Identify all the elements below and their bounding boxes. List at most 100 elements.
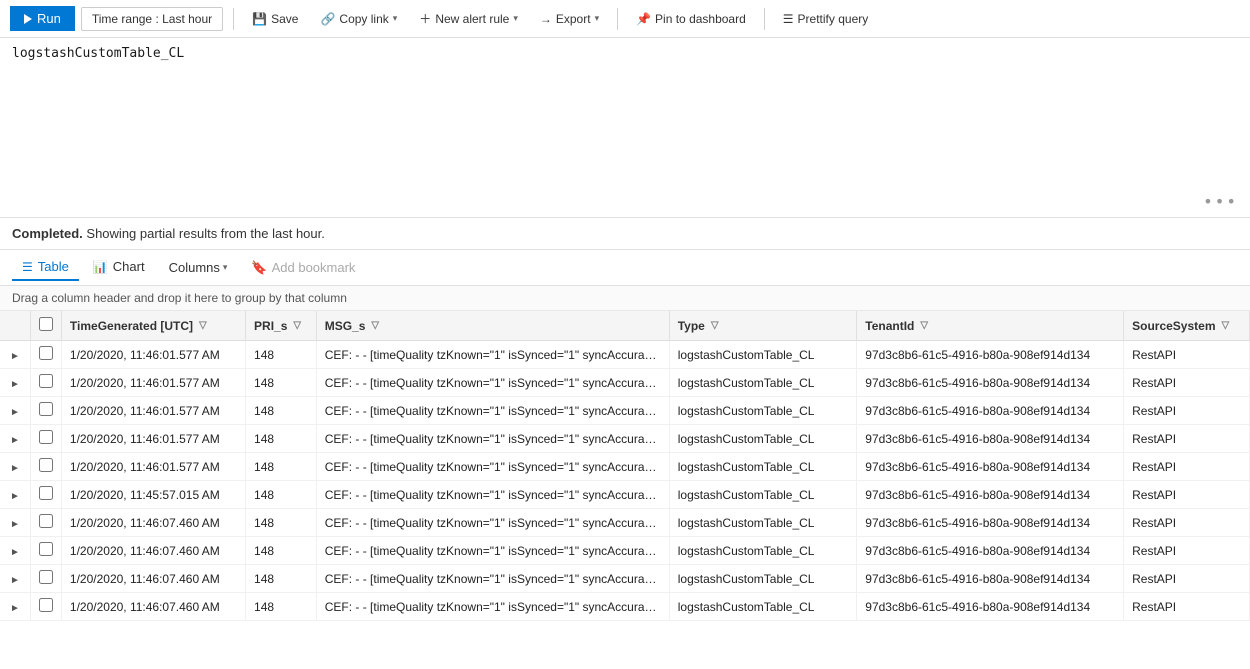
cell-tenant: 97d3c8b6-61c5-4916-b80a-908ef914d134 <box>857 565 1124 593</box>
table-row: ► 1/20/2020, 11:45:57.015 AM 148 CEF: - … <box>0 481 1250 509</box>
expand-button[interactable]: ► <box>8 379 22 390</box>
expand-header <box>0 311 30 341</box>
expand-button[interactable]: ► <box>8 519 22 530</box>
col-time-label: TimeGenerated [UTC] <box>70 319 193 333</box>
export-button[interactable]: → Export ▾ <box>532 8 607 30</box>
cell-msg: CEF: - - [timeQuality tzKnown="1" isSync… <box>316 593 669 621</box>
expand-button[interactable]: ► <box>8 435 22 446</box>
cell-type: logstashCustomTable_CL <box>669 341 857 369</box>
filter-icon-source[interactable]: ▽ <box>1221 320 1229 331</box>
status-completed: Completed. <box>12 226 83 241</box>
col-type-label: Type <box>678 319 705 333</box>
tab-chart[interactable]: 📊 Chart <box>83 254 155 281</box>
cell-time: 1/20/2020, 11:46:01.577 AM <box>61 453 245 481</box>
row-checkbox[interactable] <box>39 458 53 472</box>
cell-type: logstashCustomTable_CL <box>669 537 857 565</box>
table-row: ► 1/20/2020, 11:46:07.460 AM 148 CEF: - … <box>0 593 1250 621</box>
table-row: ► 1/20/2020, 11:46:01.577 AM 148 CEF: - … <box>0 341 1250 369</box>
filter-icon-msg[interactable]: ▽ <box>371 320 379 331</box>
cell-tenant: 97d3c8b6-61c5-4916-b80a-908ef914d134 <box>857 537 1124 565</box>
cell-time: 1/20/2020, 11:46:07.460 AM <box>61 509 245 537</box>
expand-button[interactable]: ► <box>8 575 22 586</box>
row-checkbox[interactable] <box>39 542 53 556</box>
row-checkbox[interactable] <box>39 402 53 416</box>
tab-table[interactable]: ☰ Table <box>12 254 79 281</box>
prettify-query-button[interactable]: ☰ Prettify query <box>775 8 876 30</box>
filter-icon-tenant[interactable]: ▽ <box>920 320 928 331</box>
tab-table-label: Table <box>38 259 69 274</box>
cell-time: 1/20/2020, 11:45:57.015 AM <box>61 481 245 509</box>
time-range-button[interactable]: Time range : Last hour <box>81 7 223 31</box>
cell-tenant: 97d3c8b6-61c5-4916-b80a-908ef914d134 <box>857 593 1124 621</box>
select-all-checkbox[interactable] <box>39 317 53 331</box>
query-editor[interactable]: logstashCustomTable_CL ••• <box>0 38 1250 218</box>
cell-time: 1/20/2020, 11:46:07.460 AM <box>61 593 245 621</box>
row-checkbox[interactable] <box>39 598 53 612</box>
checkbox-cell <box>30 593 61 621</box>
checkbox-cell <box>30 481 61 509</box>
row-checkbox[interactable] <box>39 514 53 528</box>
cell-type: logstashCustomTable_CL <box>669 397 857 425</box>
expand-button[interactable]: ► <box>8 603 22 614</box>
row-checkbox[interactable] <box>39 430 53 444</box>
checkbox-cell <box>30 453 61 481</box>
chart-icon: 📊 <box>93 260 108 274</box>
checkbox-cell <box>30 425 61 453</box>
row-checkbox[interactable] <box>39 570 53 584</box>
col-header-pri[interactable]: PRI_s ▽ <box>246 311 317 341</box>
copy-link-button[interactable]: 🔗 Copy link ▾ <box>312 8 405 30</box>
expand-button[interactable]: ► <box>8 491 22 502</box>
expand-button[interactable]: ► <box>8 351 22 362</box>
status-bar: Completed. Showing partial results from … <box>0 218 1250 250</box>
row-checkbox[interactable] <box>39 486 53 500</box>
pin-to-dashboard-label: Pin to dashboard <box>655 12 746 26</box>
checkbox-cell <box>30 509 61 537</box>
cell-tenant: 97d3c8b6-61c5-4916-b80a-908ef914d134 <box>857 481 1124 509</box>
col-header-tenant[interactable]: TenantId ▽ <box>857 311 1124 341</box>
run-button[interactable]: Run <box>10 6 75 31</box>
filter-icon-time[interactable]: ▽ <box>199 320 207 331</box>
row-checkbox[interactable] <box>39 374 53 388</box>
cell-pri: 148 <box>246 537 317 565</box>
bookmark-icon: 🔖 <box>251 260 267 276</box>
cell-type: logstashCustomTable_CL <box>669 509 857 537</box>
drag-hint: Drag a column header and drop it here to… <box>0 286 1250 311</box>
play-icon <box>24 14 32 24</box>
save-button[interactable]: 💾 Save <box>244 8 306 30</box>
row-checkbox[interactable] <box>39 346 53 360</box>
expand-cell: ► <box>0 537 30 565</box>
cell-source: RestAPI <box>1124 341 1250 369</box>
filter-icon-type[interactable]: ▽ <box>711 320 719 331</box>
new-alert-rule-button[interactable]: ＋ New alert rule ▾ <box>411 6 526 31</box>
cell-tenant: 97d3c8b6-61c5-4916-b80a-908ef914d134 <box>857 425 1124 453</box>
pin-icon: 📌 <box>636 12 651 26</box>
divider-2 <box>617 8 618 30</box>
cell-type: logstashCustomTable_CL <box>669 565 857 593</box>
table-row: ► 1/20/2020, 11:46:07.460 AM 148 CEF: - … <box>0 537 1250 565</box>
export-label: Export <box>556 12 591 26</box>
expand-button[interactable]: ► <box>8 407 22 418</box>
cell-pri: 148 <box>246 397 317 425</box>
table-row: ► 1/20/2020, 11:46:01.577 AM 148 CEF: - … <box>0 425 1250 453</box>
cell-time: 1/20/2020, 11:46:01.577 AM <box>61 369 245 397</box>
cell-pri: 148 <box>246 453 317 481</box>
filter-icon-pri[interactable]: ▽ <box>293 320 301 331</box>
checkbox-cell <box>30 537 61 565</box>
col-header-msg[interactable]: MSG_s ▽ <box>316 311 669 341</box>
add-bookmark-button[interactable]: 🔖 Add bookmark <box>241 255 365 281</box>
expand-button[interactable]: ► <box>8 463 22 474</box>
col-header-type[interactable]: Type ▽ <box>669 311 857 341</box>
prettify-query-label: Prettify query <box>798 12 869 26</box>
col-msg-label: MSG_s <box>325 319 366 333</box>
col-header-source[interactable]: SourceSystem ▽ <box>1124 311 1250 341</box>
cell-time: 1/20/2020, 11:46:01.577 AM <box>61 425 245 453</box>
pin-to-dashboard-button[interactable]: 📌 Pin to dashboard <box>628 8 754 30</box>
columns-button[interactable]: Columns ▾ <box>159 255 238 280</box>
cell-type: logstashCustomTable_CL <box>669 425 857 453</box>
checkbox-header <box>30 311 61 341</box>
time-range-label: Time range : Last hour <box>92 12 212 26</box>
col-header-time[interactable]: TimeGenerated [UTC] ▽ <box>61 311 245 341</box>
expand-button[interactable]: ► <box>8 547 22 558</box>
divider-1 <box>233 8 234 30</box>
expand-cell: ► <box>0 453 30 481</box>
